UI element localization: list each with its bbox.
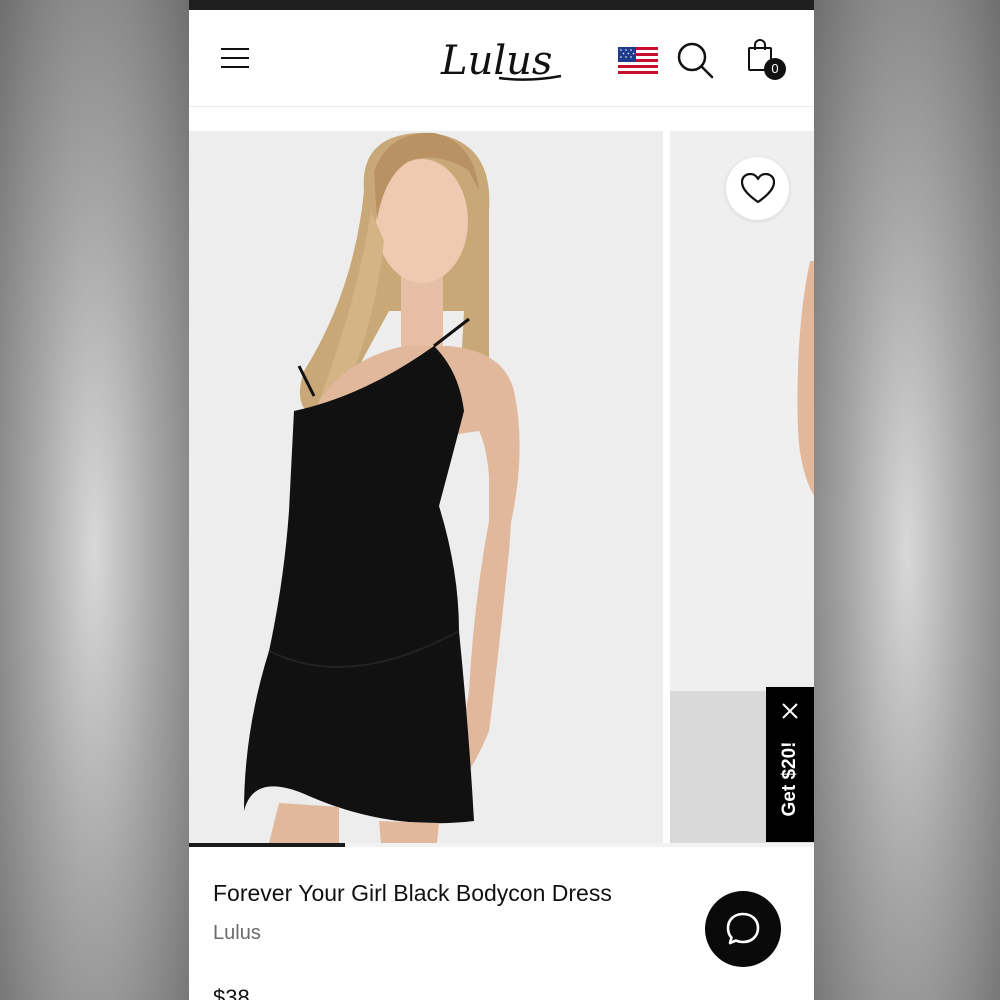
gallery-progress-fill <box>189 843 346 847</box>
search-icon[interactable] <box>675 40 715 80</box>
logo-text: Lulus <box>440 38 552 84</box>
heart-outline-icon <box>741 173 775 204</box>
chat-bubble-icon <box>726 912 760 945</box>
us-flag-icon[interactable] <box>618 47 658 77</box>
blurred-background-left <box>0 0 189 1000</box>
hamburger-menu-icon-line <box>221 66 249 68</box>
product-title: Forever Your Girl Black Bodycon Dress <box>213 880 612 906</box>
site-header: Lulus 0 <box>189 10 814 107</box>
hamburger-menu-icon <box>221 48 249 50</box>
lulus-logo[interactable]: Lulus <box>439 32 564 88</box>
promo-tab[interactable]: Get $20! <box>766 687 814 842</box>
blurred-background-right <box>814 0 1000 1000</box>
favorite-button[interactable] <box>726 157 789 220</box>
mobile-screen: Lulus 0 Get $20! Forever Your Girl Black… <box>189 0 814 1000</box>
product-image-gallery[interactable] <box>189 131 814 847</box>
promo-label[interactable]: Get $20! <box>778 715 802 843</box>
product-brand-link[interactable]: Lulus <box>213 922 261 945</box>
chat-button[interactable] <box>705 891 781 967</box>
shopping-bag-button[interactable]: 0 <box>746 38 790 84</box>
status-bar <box>189 0 814 10</box>
product-photo-main[interactable] <box>189 131 663 843</box>
product-price: $38 <box>213 985 250 1000</box>
menu-button[interactable] <box>219 44 253 74</box>
gallery-progress-track <box>189 843 814 847</box>
bag-count-badge: 0 <box>764 58 786 80</box>
hamburger-menu-icon-line <box>221 57 249 59</box>
